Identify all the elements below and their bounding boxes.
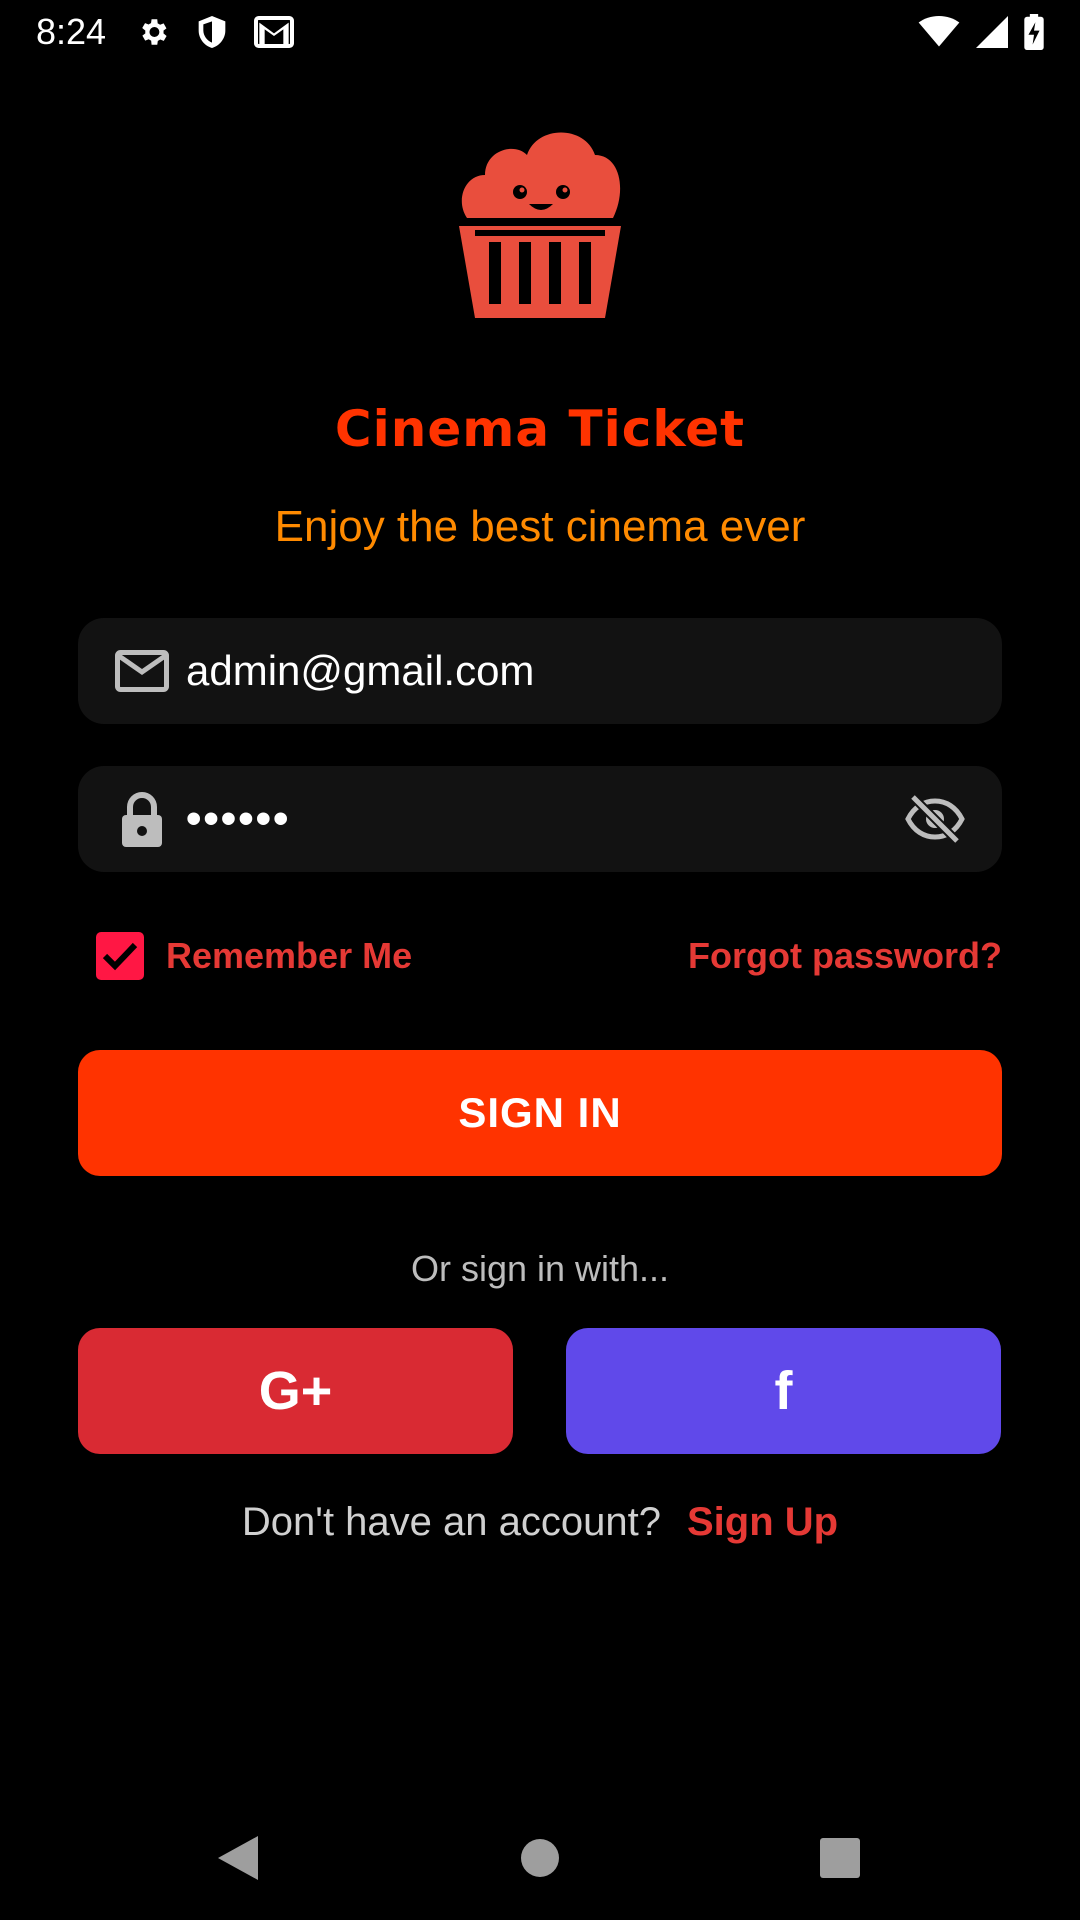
signup-row: Don't have an account? Sign Up <box>0 1500 1080 1545</box>
email-input[interactable] <box>186 647 966 695</box>
app-title: Cinema Ticket <box>334 400 746 458</box>
facebook-sign-in-button[interactable]: f <box>566 1328 1001 1454</box>
status-time: 8:24 <box>36 11 107 52</box>
password-input[interactable] <box>186 794 904 844</box>
settings-icon <box>136 15 170 49</box>
tagline: Enjoy the best cinema ever <box>274 502 806 551</box>
wifi-icon <box>918 16 960 48</box>
or-sign-in-with-text: Or sign in with... <box>410 1248 670 1289</box>
sign-in-button[interactable]: SIGN IN <box>78 1050 1002 1176</box>
home-icon[interactable] <box>518 1834 562 1887</box>
forgot-password-link[interactable]: Forgot password? <box>688 935 1002 977</box>
mail-icon <box>114 643 170 699</box>
gmail-icon <box>254 16 295 48</box>
remember-me-checkbox[interactable] <box>96 932 144 980</box>
navigation-bar <box>0 1800 1080 1920</box>
battery-charging-icon <box>1024 14 1044 50</box>
signup-prompt: Don't have an account? <box>241 1500 661 1544</box>
login-screen: 8:24 Cinema Ticket Enjoy the best cinema… <box>0 0 1080 1920</box>
shield-icon <box>196 14 228 50</box>
google-sign-in-button[interactable]: G+ <box>78 1328 513 1454</box>
popcorn-mascot-icon <box>455 120 625 320</box>
eye-off-icon[interactable] <box>904 788 966 850</box>
signal-icon <box>976 16 1008 48</box>
remember-row: Remember Me Forgot password? <box>96 930 1002 982</box>
status-icons-right <box>918 14 1044 50</box>
status-icons-left <box>136 14 295 50</box>
status-bar: 8:24 <box>0 0 1080 64</box>
lock-icon <box>114 791 170 847</box>
password-field[interactable] <box>78 766 1002 872</box>
sign-up-link[interactable]: Sign Up <box>687 1500 838 1545</box>
recents-icon[interactable] <box>818 1834 862 1887</box>
remember-me-label[interactable]: Remember Me <box>166 935 412 977</box>
email-field[interactable] <box>78 618 1002 724</box>
back-icon[interactable] <box>216 1834 260 1887</box>
